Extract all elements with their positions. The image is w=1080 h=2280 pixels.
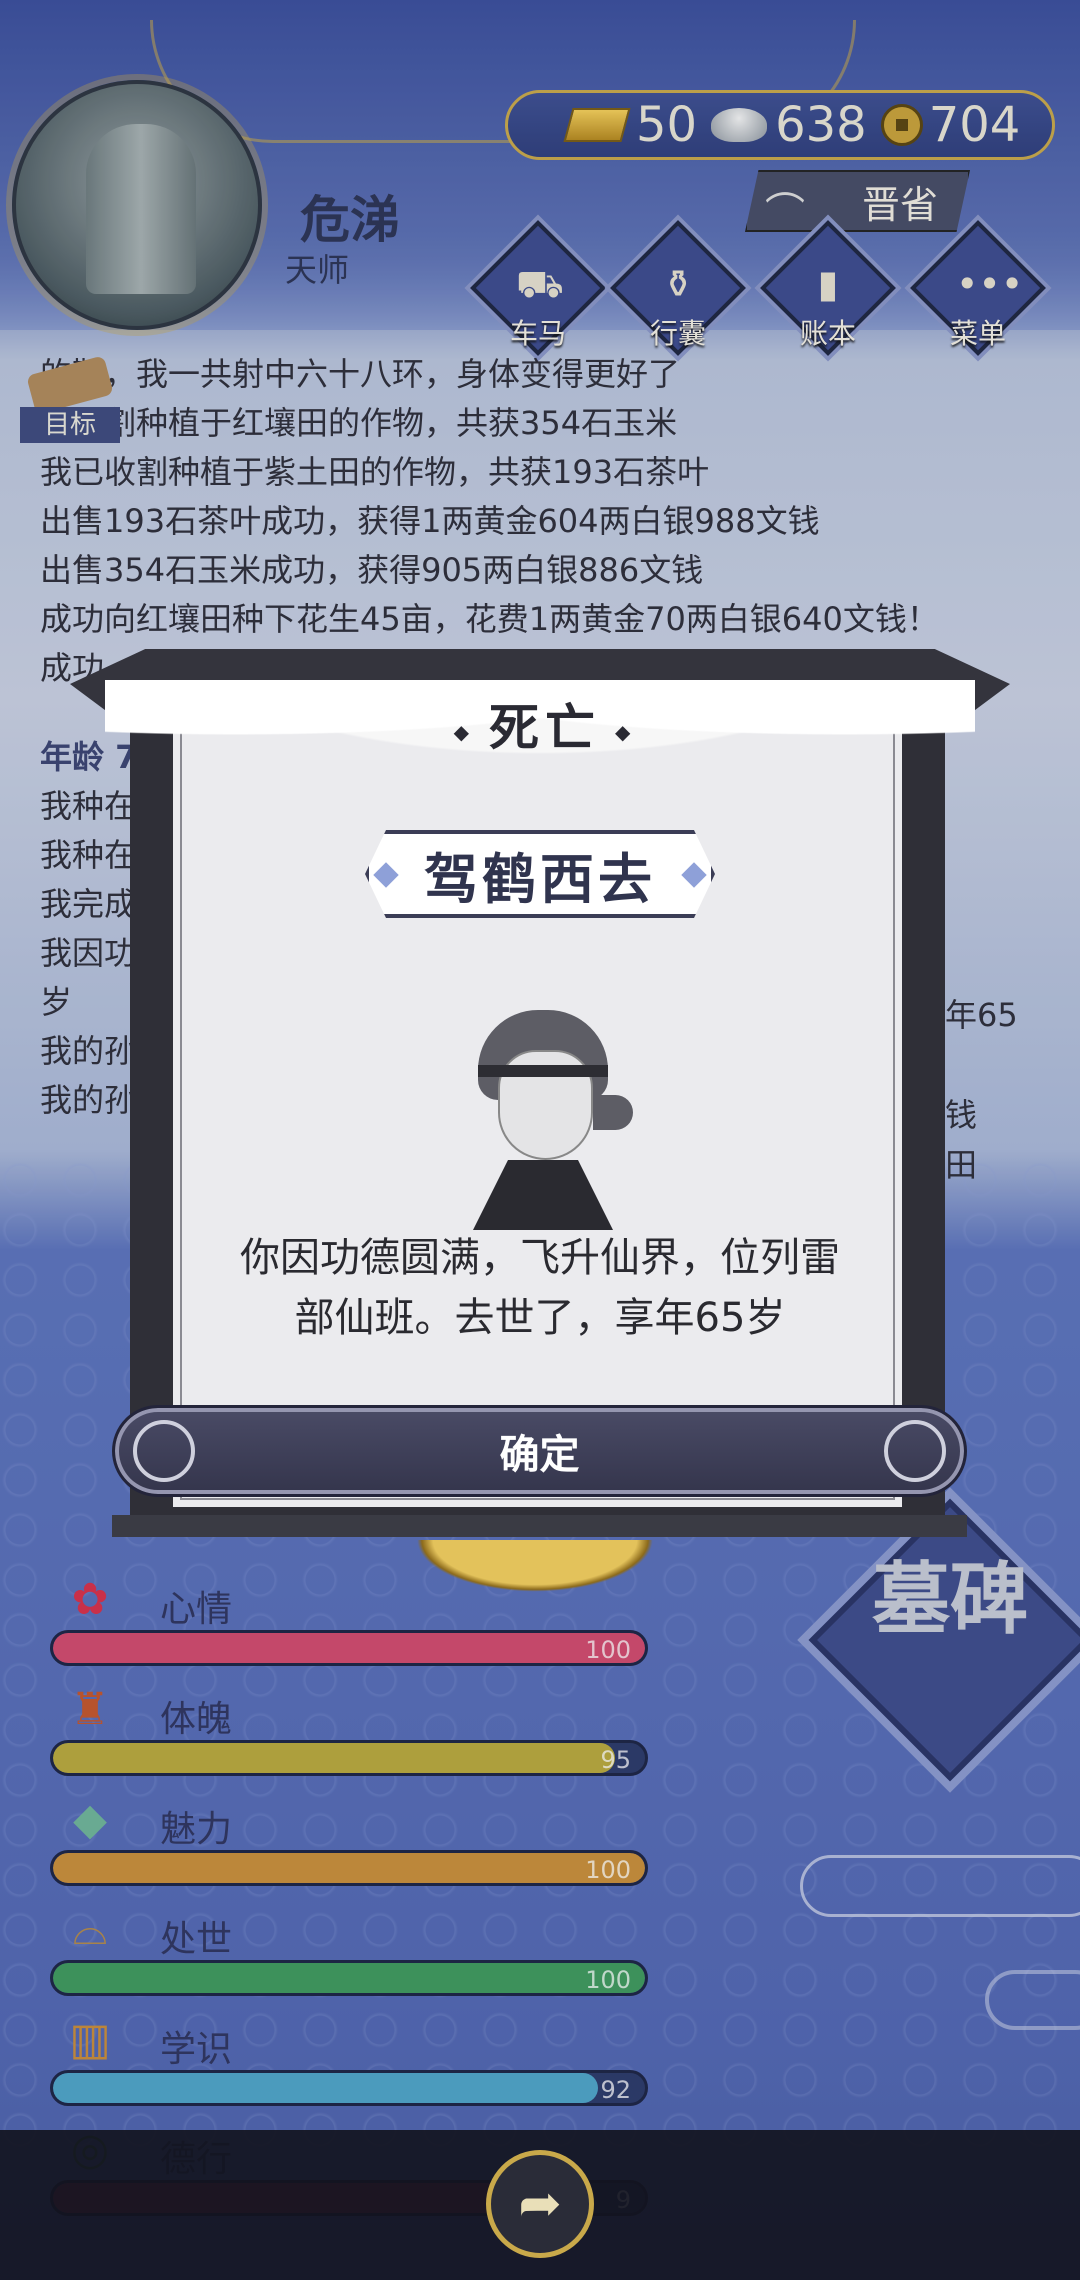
description-line: 你因功德圆满，飞升仙界，位列雷 bbox=[240, 1235, 840, 1281]
diamond-icon: ◆ bbox=[615, 719, 637, 744]
robe bbox=[473, 1160, 613, 1230]
death-banner: 驾鹤西去 bbox=[365, 830, 715, 918]
dialog-base bbox=[112, 1515, 967, 1537]
ponytail bbox=[593, 1095, 633, 1130]
confirm-button[interactable]: 确定 bbox=[112, 1405, 967, 1497]
share-icon: ➦ bbox=[518, 2174, 562, 2234]
dialog-title-text: 死亡 bbox=[489, 699, 601, 757]
dialog-title: ◆ 死亡 ◆ bbox=[410, 688, 680, 757]
confirm-label: 确定 bbox=[499, 1432, 580, 1478]
cloud-swirl-icon bbox=[133, 1420, 195, 1482]
description-line: 部仙班。去世了，享年65岁 bbox=[294, 1295, 786, 1341]
death-description: 你因功德圆满，飞升仙界，位列雷 部仙班。去世了，享年65岁 bbox=[195, 1228, 885, 1348]
character-portrait bbox=[468, 1010, 633, 1230]
cloud-swirl-icon bbox=[884, 1420, 946, 1482]
diamond-icon: ◆ bbox=[453, 719, 475, 744]
gold-ornament bbox=[375, 1540, 695, 1610]
headband bbox=[478, 1065, 608, 1077]
share-button[interactable]: ➦ bbox=[486, 2150, 594, 2258]
